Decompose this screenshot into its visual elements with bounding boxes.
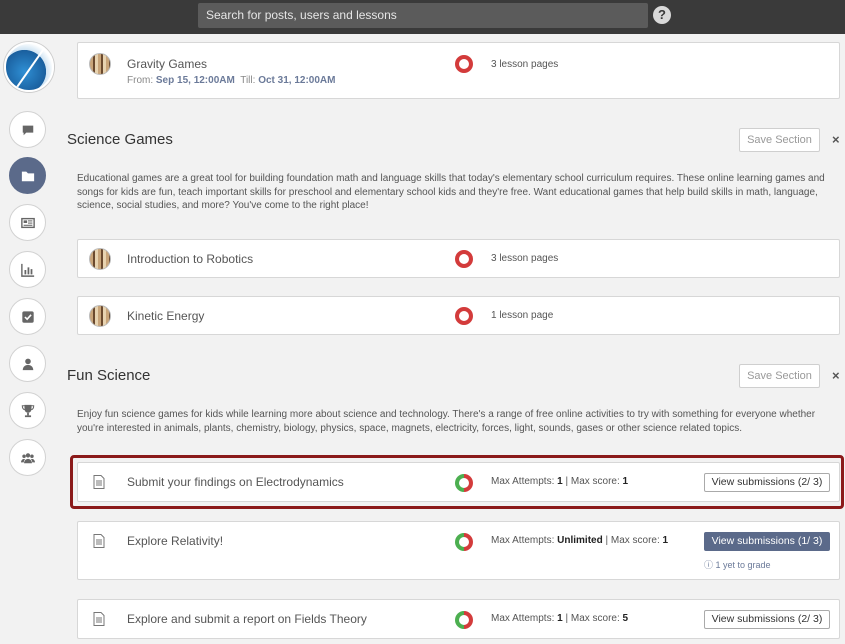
close-icon[interactable]: × — [832, 368, 840, 383]
section-title: Science Games — [67, 131, 173, 148]
lesson-title[interactable]: Kinetic Energy — [127, 309, 204, 323]
lesson-card[interactable]: Introduction to Robotics 3 lesson pages — [77, 239, 840, 278]
lesson-dates: From: Sep 15, 12:00AM Till: Oct 31, 12:0… — [127, 75, 336, 86]
assignment-card[interactable]: Explore and submit a report on Fields Th… — [77, 599, 840, 639]
search-input[interactable]: Search for posts, users and lessons — [198, 3, 648, 28]
section-description: Enjoy fun science games for kids while l… — [77, 409, 816, 434]
lesson-card[interactable]: Gravity Games From: Sep 15, 12:00AM Till… — [77, 42, 840, 99]
status-ring-icon — [455, 533, 473, 551]
lesson-thumbnail — [89, 53, 111, 75]
sidebar — [0, 34, 56, 644]
document-icon — [93, 612, 105, 626]
assignment-title[interactable]: Explore Relativity! — [127, 534, 223, 548]
lesson-thumbnail — [89, 305, 111, 327]
lesson-pages: 1 lesson page — [491, 310, 554, 321]
user-icon[interactable] — [9, 345, 46, 382]
chat-icon[interactable] — [9, 111, 46, 148]
close-icon[interactable]: × — [832, 132, 840, 147]
section-description: Educational games are a great tool for b… — [77, 173, 825, 211]
trophy-icon[interactable] — [9, 392, 46, 429]
help-icon[interactable]: ? — [653, 6, 671, 24]
lesson-title[interactable]: Gravity Games — [127, 57, 207, 71]
to-grade-note: ⓘ 1 yet to grade — [704, 560, 771, 570]
lesson-pages: 3 lesson pages — [491, 59, 559, 70]
top-bar: Search for posts, users and lessons ? — [0, 0, 845, 34]
folder-icon[interactable] — [9, 157, 46, 194]
document-icon — [93, 534, 105, 548]
section-title: Fun Science — [67, 367, 151, 384]
checkbox-icon[interactable] — [9, 298, 46, 335]
assignment-card[interactable]: Explore Relativity! Max Attempts: Unlimi… — [77, 521, 840, 580]
lesson-thumbnail — [89, 248, 111, 270]
view-submissions-button[interactable]: View submissions (1/ 3) — [704, 532, 830, 551]
highlight-frame — [70, 455, 844, 509]
assignment-meta: Max Attempts: Unlimited | Max score: 1 — [491, 535, 669, 546]
view-submissions-button[interactable]: View submissions (2/ 3) — [704, 610, 830, 629]
lesson-pages: 3 lesson pages — [491, 253, 559, 264]
status-ring-icon — [455, 55, 473, 73]
assignment-title[interactable]: Explore and submit a report on Fields Th… — [127, 612, 367, 626]
save-section-button[interactable]: Save Section — [739, 364, 820, 388]
chart-icon[interactable] — [9, 251, 46, 288]
status-ring-icon — [455, 307, 473, 325]
lesson-title[interactable]: Introduction to Robotics — [127, 252, 253, 266]
assignment-meta: Max Attempts: 1 | Max score: 5 — [491, 613, 629, 624]
status-ring-icon — [455, 611, 473, 629]
logo[interactable] — [4, 42, 54, 92]
status-ring-icon — [455, 250, 473, 268]
group-icon[interactable] — [9, 439, 46, 476]
newspaper-icon[interactable] — [9, 204, 46, 241]
lesson-card[interactable]: Kinetic Energy 1 lesson page — [77, 296, 840, 335]
save-section-button[interactable]: Save Section — [739, 128, 820, 152]
